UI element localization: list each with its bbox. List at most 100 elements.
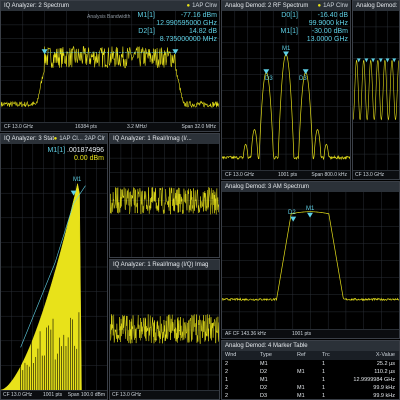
cell-x-value: 99.9 kHz	[373, 385, 395, 391]
marker-triangle-right	[172, 49, 179, 55]
real-imag-window-i[interactable]: IQ Analyzer: 1 Real/Imag (I/...	[109, 133, 220, 258]
footer-center-frequency: CF 13.0 GHz	[355, 172, 385, 178]
cell-wnd: 2	[225, 393, 229, 399]
marker-d3-tag-left: D3	[265, 76, 273, 82]
window-title: Analog Demod: 2 RF Spectrum	[225, 3, 309, 9]
marker-d2-triangle	[290, 216, 297, 222]
cell-ref: M1	[297, 369, 305, 375]
marker-table-window[interactable]: Analog Demod: 4 Marker Table Wnd Type Re…	[221, 340, 400, 400]
rf-spectrum-window[interactable]: Analog Demod: 2 RF Spectrum ● 1AP Clrw D0…	[221, 0, 351, 180]
am-spectrum-window[interactable]: Analog Demod: 3 AM Spectrum D2 M1 AF CF …	[221, 181, 400, 339]
window-title: IQ Analyzer: 2 Spectrum	[4, 3, 70, 9]
statistics-trace-svg	[1, 144, 107, 390]
footer-span: Span 800.0 kHz	[311, 172, 347, 178]
footer-span: Span 32.0 MHz	[181, 124, 216, 130]
window-title-bar[interactable]: Analog Demod: 3 AM Spectrum	[222, 182, 399, 192]
delta-d0-label: D0[1]	[281, 12, 298, 19]
cell-x-value: 110.2 µs	[374, 369, 395, 375]
cell-type: D3	[260, 393, 268, 399]
am-spectrum-plot[interactable]	[222, 192, 399, 329]
window-title-bar[interactable]: IQ Analyzer: 2 Spectrum ● 1AP Clrw	[1, 1, 219, 11]
marker-table-row[interactable]: 2 D2 M1 1 110.2 µs	[222, 368, 399, 376]
trace-dot-icon: ●	[317, 3, 322, 9]
marker-m1-sub-value: 0.00 dBm	[74, 155, 104, 162]
footer-span: Span 100.0 dBm	[67, 392, 105, 398]
cell-type: D2	[260, 385, 268, 391]
footer-points: 1001 pts	[43, 392, 63, 398]
plot-grid	[222, 192, 399, 329]
footer-points: 1001 pts	[292, 331, 312, 337]
marker-triangle	[371, 58, 376, 63]
window-title: IQ Analyzer: 1 Real/Imag (I/Q) Imag	[113, 262, 209, 268]
trace-dot-icon: ●	[53, 136, 58, 142]
header-ref: Ref	[297, 352, 306, 358]
window-footer: AF CF 143.36 kHz 1001 pts	[222, 329, 399, 338]
window-title: IQ Analyzer: 3 Stat	[4, 136, 55, 142]
marker-m1-tag: M1	[282, 46, 291, 52]
footer-points: 16384 pts	[75, 124, 97, 130]
marker-d3-triangle	[302, 69, 309, 75]
window-footer: CF 13.0 GHz 16384 pts 3.2 MHz/ Span 32.0…	[1, 122, 219, 131]
cell-trc: 1	[322, 377, 326, 383]
marker-m1-triangle	[307, 212, 313, 218]
marker-table-row[interactable]: 2 D3 M1 1 99.9 kHz	[222, 392, 399, 399]
window-title-bar[interactable]: Analog Demod: 1 ...	[353, 1, 399, 11]
imag-trace-svg	[110, 270, 219, 390]
marker-triangle	[378, 58, 383, 63]
marker-m1-frequency: 12.990595000 GHz	[156, 20, 217, 27]
footer-center-frequency: CF 13.0 GHz	[225, 172, 255, 178]
iq-spectrum-window[interactable]: IQ Analyzer: 2 Spectrum ● 1AP Clrw Analys…	[0, 0, 220, 132]
cell-ref: M1	[297, 385, 305, 391]
trace-indicator: ● 1AP Clrw	[186, 3, 217, 9]
footer-points: 1001 pts	[278, 172, 298, 178]
window-title: IQ Analyzer: 1 Real/Imag (I/...	[113, 136, 192, 142]
real-trace-svg	[110, 144, 219, 257]
marker-table-row[interactable]: 2 M1 1 25.2 µs	[222, 360, 399, 368]
statistics-plot[interactable]	[1, 144, 107, 390]
delta-d0-value: -16.40 dB	[317, 12, 348, 19]
footer-division: 3.2 MHz/	[127, 124, 148, 130]
real-plot[interactable]	[110, 144, 219, 257]
marker-m1-frequency: 13.0000 GHz	[306, 36, 348, 43]
cell-trc: 1	[322, 393, 326, 399]
marker-m1-label: M1[1]	[47, 147, 66, 154]
marker-m1-label: M1[1]	[137, 12, 155, 19]
stat-marker-readout: M1[1] .001874996 0.00 dBm	[4, 147, 104, 163]
marker-m1-value: -77.16 dBm	[180, 12, 217, 19]
window-footer: CF 13.0 GHz 1001 pts Span 800.0 kHz	[222, 170, 350, 179]
cell-wnd: 2	[225, 369, 229, 375]
marker-m1-triangle	[283, 51, 289, 57]
window-title-bar[interactable]: Analog Demod: 2 RF Spectrum ● 1AP Clrw	[222, 1, 350, 11]
marker-triangle	[364, 58, 369, 63]
demod-time-plot[interactable]	[353, 11, 399, 170]
marker-m1-tag: M1	[306, 206, 315, 212]
window-title: Analog Demod: 4 Marker Table	[225, 343, 308, 349]
imag-plot[interactable]	[110, 270, 219, 390]
cell-wnd: 2	[225, 385, 229, 391]
delta-d2-frequency: 8.735000000 MHz	[159, 36, 217, 43]
real-imag-window-q[interactable]: IQ Analyzer: 1 Real/Imag (I/Q) Imag CF 1…	[109, 259, 220, 400]
window-title-bar[interactable]: IQ Analyzer: 1 Real/Imag (I/Q) Imag	[110, 260, 219, 270]
window-title-bar[interactable]: Analog Demod: 4 Marker Table	[222, 341, 399, 351]
marker-table-row[interactable]: 2 D2 M1 1 99.9 kHz	[222, 384, 399, 392]
delta-d0-frequency: 99.9000 kHz	[308, 20, 348, 27]
cell-trc: 1	[322, 385, 326, 391]
cell-x-value: 25.2 µs	[376, 361, 395, 367]
delta-d2-label: D2[1]	[138, 28, 155, 35]
window-title-bar[interactable]: IQ Analyzer: 1 Real/Imag (I/...	[110, 134, 219, 144]
marker-m1-readout: M1[1] -77.16 dBm 12.990595000 GHz D2[1] …	[97, 12, 217, 44]
window-title-bar[interactable]: IQ Analyzer: 3 Stat ● 1AP Cl... 2AP Clr	[1, 134, 107, 144]
window-footer: CF 13.0 GHz 1001 pts Span 100.0 dBm	[1, 390, 107, 399]
marker-triangle	[356, 58, 361, 63]
header-type: Type	[260, 352, 272, 358]
marker-table-header: Wnd Type Ref Trc X-Value	[222, 351, 399, 360]
marker-d2-tag: D2	[288, 210, 296, 216]
statistics-window[interactable]: IQ Analyzer: 3 Stat ● 1AP Cl... 2AP Clr M…	[0, 133, 108, 400]
marker-table-row[interactable]: 1 M1 1 12.9999984 GHz	[222, 376, 399, 384]
marker-d3-tag-right: D3	[299, 76, 307, 82]
cell-x-value: 99.9 kHz	[373, 393, 395, 399]
trace-indicator: ● 1AP Clrw	[317, 3, 348, 9]
analog-demod-1-window[interactable]: Analog Demod: 1 ... CF 13.0 GHz	[352, 0, 400, 180]
demod-time-trace-svg	[353, 11, 399, 170]
cell-type: M1	[260, 361, 268, 367]
